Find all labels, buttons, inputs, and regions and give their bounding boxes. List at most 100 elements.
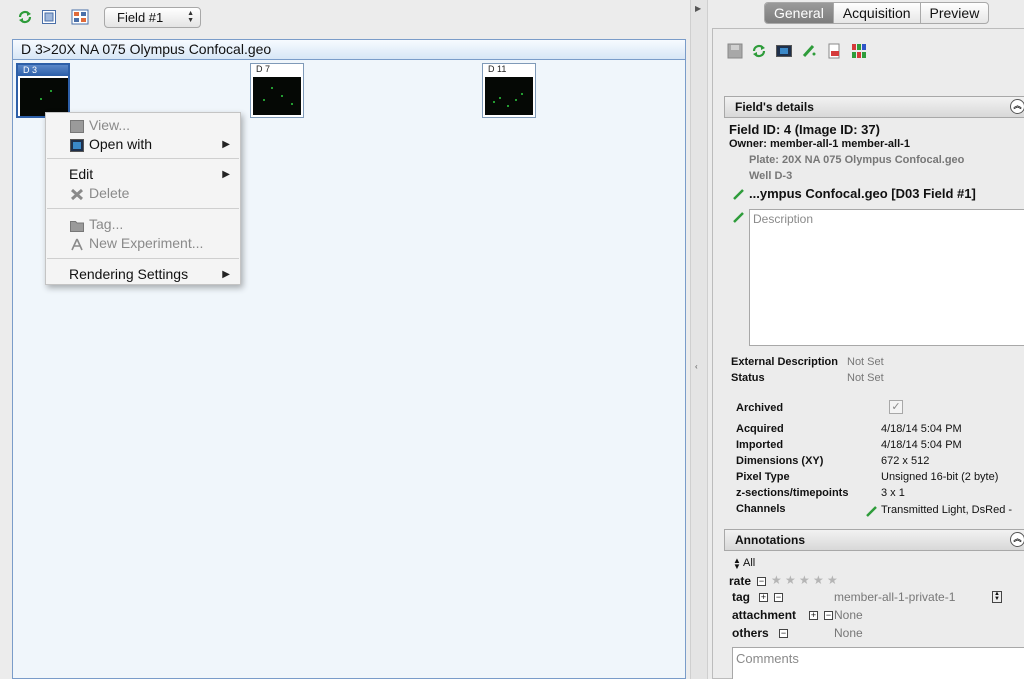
thumbnail-image [20, 78, 68, 116]
tab-acquisition[interactable]: Acquisition [834, 3, 921, 23]
pixel-type-label: Pixel Type [736, 471, 790, 483]
edit-name-pencil-icon[interactable] [733, 188, 745, 200]
save-icon[interactable] [727, 43, 743, 59]
menu-item-open-with[interactable]: Open with ▶ [46, 135, 240, 154]
rate-label: rate [729, 574, 752, 588]
metadata-pane: General Acquisition Preview Field's deta… [708, 0, 1024, 679]
menu-item-new-experiment[interactable]: New Experiment... [46, 234, 240, 253]
field-details-header[interactable]: Field's details ︽ [724, 96, 1024, 118]
archived-checkbox[interactable]: ✓ [889, 400, 903, 414]
field-id: Field ID: 4 (Image ID: 37) [729, 122, 880, 137]
rating-stars[interactable]: ★ ★ ★ ★ ★ [771, 573, 841, 587]
star-icon[interactable]: ★ [827, 573, 838, 587]
tag-label: tag [732, 590, 750, 604]
folder-icon [70, 218, 84, 232]
general-panel: Field's details ︽ Field ID: 4 (Image ID:… [712, 28, 1024, 679]
imported-value: 4/18/14 5:04 PM [881, 439, 962, 451]
browser-title: D 3>20X NA 075 Olympus Confocal.geo [13, 40, 685, 60]
menu-separator [47, 208, 239, 209]
image-browser-pane: Field #1 ▲ ▼ D 3>20X NA 075 Olympus Confo… [0, 0, 690, 679]
channels-label: Channels [736, 503, 786, 515]
archived-label: Archived [736, 402, 784, 414]
experiment-icon [70, 237, 84, 251]
image-viewer-icon[interactable] [776, 43, 792, 59]
comments-placeholder: Comments [736, 651, 799, 666]
acquired-value: 4/18/14 5:04 PM [881, 423, 962, 435]
tab-general[interactable]: General [765, 3, 834, 23]
star-icon[interactable]: ★ [799, 573, 810, 587]
delete-icon [70, 187, 84, 201]
star-icon[interactable]: ★ [771, 573, 782, 587]
refresh-icon[interactable] [16, 8, 34, 26]
external-description-label: External Description [731, 356, 838, 368]
well: Well D-3 [749, 170, 793, 182]
refresh-icon[interactable] [751, 43, 767, 59]
export-pdf-icon[interactable] [826, 43, 842, 59]
submenu-arrow-icon: ▶ [222, 269, 230, 280]
description-field[interactable]: Description [749, 209, 1024, 346]
grid-view-icon[interactable] [71, 8, 89, 26]
menu-item-edit[interactable]: Edit ▶ [46, 165, 240, 184]
thumbnail-label: D 7 [256, 64, 271, 74]
edit-pencil-icon[interactable] [801, 43, 817, 59]
annotations-header[interactable]: Annotations ︽ [724, 529, 1024, 551]
tab-preview[interactable]: Preview [921, 3, 989, 23]
remove-attachment-icon[interactable]: − [824, 611, 833, 620]
status-value: Not Set [847, 372, 884, 384]
updown-arrows-icon: ▲ ▼ [187, 10, 194, 24]
tag-value[interactable]: member-all-1-private-1 [834, 590, 955, 604]
image-name: ...ympus Confocal.geo [D03 Field #1] [749, 186, 976, 201]
thumbnail-label: D 3 [18, 65, 68, 76]
zoom-view-icon[interactable] [40, 8, 58, 26]
view-icon [70, 119, 84, 133]
collapse-icon[interactable]: ︽ [1010, 532, 1024, 547]
z-sections-value: 3 x 1 [881, 487, 905, 499]
thumbnail-d3[interactable]: D 3 [16, 63, 70, 118]
pane-splitter[interactable]: ▶ ‹ [690, 0, 708, 679]
attachment-value: None [834, 608, 863, 622]
imported-label: Imported [736, 439, 784, 451]
expand-left-arrow-icon[interactable]: ▶ [695, 4, 701, 13]
star-icon[interactable]: ★ [813, 573, 824, 587]
menu-separator [47, 258, 239, 259]
attachment-label: attachment [732, 608, 797, 622]
remove-tag-icon[interactable]: − [774, 593, 783, 602]
comments-field[interactable]: Comments [732, 647, 1024, 679]
splitter-grip-icon[interactable]: ‹ [695, 362, 698, 371]
thumbnail-label: D 11 [488, 64, 507, 74]
channels-grid-icon[interactable] [851, 43, 867, 59]
browser-toolbar: Field #1 ▲ ▼ [0, 0, 690, 36]
others-value: None [834, 626, 863, 640]
thumbnail-d7[interactable]: D 7 [250, 63, 304, 118]
field-select-value: Field #1 [117, 10, 164, 25]
context-menu: View... Open with ▶ Edit ▶ Delete Tag...… [45, 112, 241, 285]
status-label: Status [731, 372, 765, 384]
image-viewer-icon [70, 138, 84, 152]
edit-channels-pencil-icon[interactable] [866, 505, 878, 517]
submenu-arrow-icon: ▶ [222, 139, 230, 150]
menu-item-tag[interactable]: Tag... [46, 215, 240, 234]
menu-item-delete[interactable]: Delete [46, 184, 240, 203]
sort-arrows-icon[interactable]: ▲ ▼ [733, 557, 741, 571]
star-icon[interactable]: ★ [785, 573, 796, 587]
filter-all[interactable]: All [743, 557, 755, 569]
tag-dropdown-icon[interactable]: ▲ ▼ [992, 591, 1002, 603]
external-description-value: Not Set [847, 356, 884, 368]
others-label: others [732, 626, 769, 640]
description-placeholder: Description [753, 212, 814, 226]
plate: Plate: 20X NA 075 Olympus Confocal.geo [749, 154, 965, 166]
menu-item-rendering-settings[interactable]: Rendering Settings ▶ [46, 265, 240, 284]
field-select[interactable]: Field #1 ▲ ▼ [104, 7, 201, 28]
edit-description-pencil-icon[interactable] [733, 211, 745, 223]
menu-item-view[interactable]: View... [46, 116, 240, 135]
remove-rating-icon[interactable]: − [757, 577, 766, 586]
owner: Owner: member-all-1 member-all-1 [729, 138, 910, 150]
dimensions-value: 672 x 512 [881, 455, 930, 467]
add-attachment-icon[interactable]: + [809, 611, 818, 620]
add-tag-icon[interactable]: + [759, 593, 768, 602]
submenu-arrow-icon: ▶ [222, 169, 230, 180]
remove-others-icon[interactable]: − [779, 629, 788, 638]
collapse-icon[interactable]: ︽ [1010, 99, 1024, 114]
pixel-type-value: Unsigned 16-bit (2 byte) [881, 471, 999, 483]
thumbnail-d11[interactable]: D 11 [482, 63, 536, 118]
